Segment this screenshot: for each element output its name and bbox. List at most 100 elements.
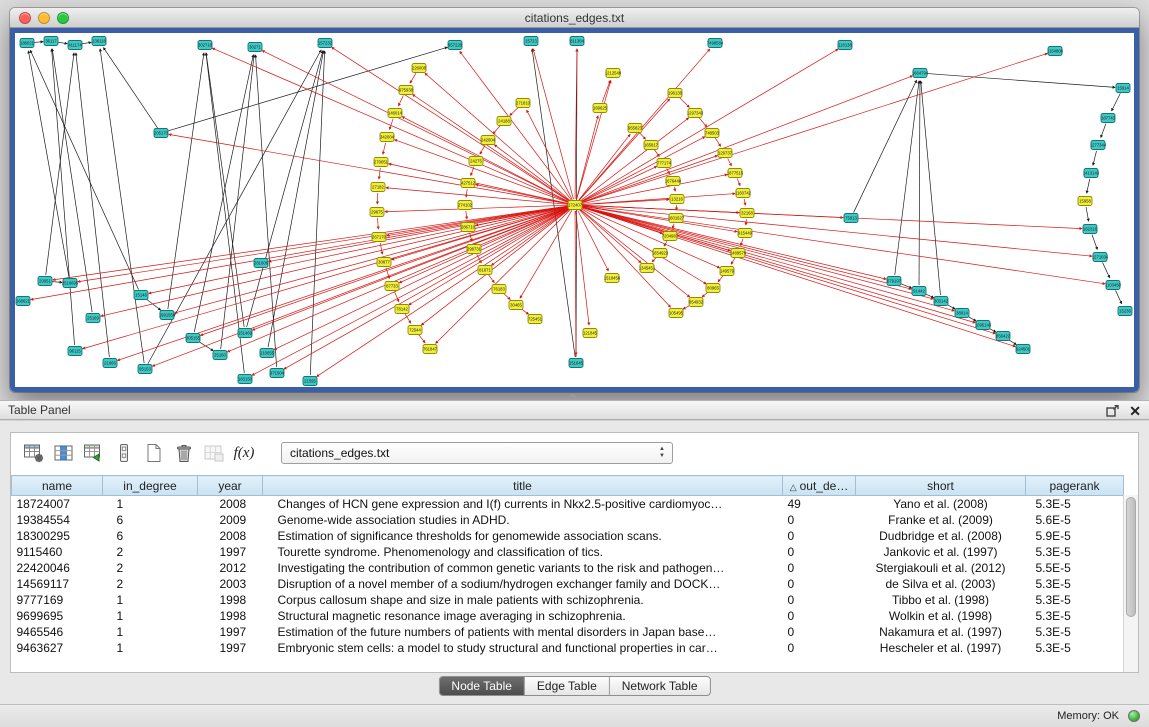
cell-pagerank[interactable]: 5.6E-5 — [1026, 512, 1124, 528]
new-table-button[interactable] — [139, 439, 169, 467]
graph-node[interactable]: 118138 — [838, 41, 852, 50]
cell-short[interactable]: de Silva et al. (2003) — [856, 576, 1026, 592]
graph-node[interactable]: 15914 — [1116, 84, 1130, 93]
graph-node[interactable]: 38914 — [955, 309, 969, 318]
graph-node[interactable]: 15958 — [1078, 197, 1092, 206]
graph-node[interactable]: 1103450 — [1105, 281, 1122, 290]
cell-short[interactable]: Wolkin et al. (1998) — [856, 608, 1026, 624]
graph-node[interactable]: 226008 — [412, 64, 427, 73]
graph-node[interactable]: 679197 — [887, 277, 902, 286]
table-vertical-scrollbar[interactable] — [1123, 495, 1138, 672]
graph-node[interactable]: 157232 — [318, 39, 333, 48]
graph-node[interactable]: 81871 — [478, 266, 492, 275]
cell-year[interactable]: 1997 — [198, 624, 263, 640]
cell-in_degree[interactable]: 1 — [103, 640, 198, 656]
table-row[interactable]: 1872400712008Changes of HCN gene express… — [12, 496, 1124, 512]
table-row[interactable]: 1938455462009Genome-wide association stu… — [12, 512, 1124, 528]
graph-node[interactable]: 1095143 — [975, 321, 992, 330]
graph-node[interactable]: 210655 — [260, 349, 275, 358]
graph-node[interactable]: 183150 — [238, 375, 253, 384]
cell-pagerank[interactable]: 5.3E-5 — [1026, 624, 1124, 640]
graph-node[interactable]: 411174 — [68, 41, 82, 50]
graph-node[interactable]: 1664794 — [912, 69, 929, 78]
cell-pagerank[interactable]: 5.5E-5 — [1026, 560, 1124, 576]
graph-node[interactable]: 761847 — [423, 345, 438, 354]
graph-node[interactable]: 1601627 — [668, 214, 685, 223]
graph-node[interactable]: 13216 — [670, 195, 684, 204]
network-table-selector[interactable]: citations_edges.txt ▲▼ — [281, 442, 673, 464]
cell-year[interactable]: 1997 — [198, 640, 263, 656]
graph-node[interactable]: 281606 — [254, 259, 269, 268]
cell-year[interactable]: 2012 — [198, 560, 263, 576]
cell-out_degree[interactable]: 0 — [783, 512, 856, 528]
graph-node[interactable]: 76183 — [492, 285, 506, 294]
graph-node[interactable]: 915449 — [738, 229, 753, 238]
graph-node[interactable]: 196136 — [668, 89, 683, 98]
graph-node[interactable]: 129737 — [718, 149, 733, 158]
graph-node[interactable]: 302718 — [198, 41, 213, 50]
column-header-title[interactable]: title — [263, 476, 783, 496]
graph-node[interactable]: 96115 — [68, 347, 82, 356]
graph-node[interactable]: 15723 — [524, 37, 538, 46]
graph-node[interactable]: 1654923 — [652, 249, 669, 258]
float-panel-button[interactable] — [1106, 405, 1119, 417]
graph-node[interactable]: 30465 — [509, 301, 523, 310]
graph-node[interactable]: 1271034 — [1092, 253, 1109, 262]
graph-node[interactable]: 1676448 — [665, 177, 682, 186]
graph-node[interactable]: 21666 — [103, 359, 117, 368]
cell-out_degree[interactable]: 0 — [783, 560, 856, 576]
cell-year[interactable]: 2003 — [198, 576, 263, 592]
import-column-button[interactable] — [79, 439, 109, 467]
graph-node[interactable]: 75913 — [844, 214, 858, 223]
cell-pagerank[interactable]: 5.3E-5 — [1026, 592, 1124, 608]
cell-name[interactable]: 9463627 — [12, 640, 103, 656]
column-header-name[interactable]: name — [12, 476, 103, 496]
graph-node[interactable]: 427512 — [461, 179, 476, 188]
graph-node[interactable]: 975938 — [399, 86, 414, 95]
graph-node[interactable]: 165817 — [644, 141, 659, 150]
cell-short[interactable]: Jankovic et al. (1997) — [856, 544, 1026, 560]
graph-node[interactable]: 146014 — [388, 109, 403, 118]
graph-node[interactable]: 32168 — [740, 209, 754, 218]
graph-node[interactable]: 924501 — [1016, 345, 1031, 354]
cell-pagerank[interactable]: 5.3E-5 — [1026, 608, 1124, 624]
graph-node[interactable]: 725451 — [528, 315, 543, 324]
graph-node[interactable]: 955823 — [628, 124, 643, 133]
cell-short[interactable]: Nakamura et al. (1997) — [856, 624, 1026, 640]
cell-name[interactable]: 18724007 — [12, 496, 103, 512]
cell-title[interactable]: Changes of HCN gene expression and I(f) … — [263, 496, 783, 512]
graph-node[interactable]: 25169 — [86, 314, 100, 323]
column-header-short[interactable]: short — [856, 476, 1026, 496]
graph-node[interactable]: 305155 — [186, 334, 201, 343]
graph-node[interactable]: 186021 — [20, 39, 35, 48]
graph-node[interactable]: 1160742 — [735, 189, 752, 198]
graph-node[interactable]: 36117 — [44, 37, 58, 46]
cell-title[interactable]: Structural magnetic resonance image aver… — [263, 608, 783, 624]
cell-pagerank[interactable]: 5.3E-5 — [1026, 576, 1124, 592]
graph-node[interactable]: 1212549 — [605, 69, 622, 78]
cell-out_degree[interactable]: 49 — [783, 496, 856, 512]
cell-short[interactable]: Hescheler et al. (1997) — [856, 640, 1026, 656]
graph-node[interactable]: 748503 — [705, 129, 720, 138]
column-header-pagerank[interactable]: pagerank — [1026, 476, 1124, 496]
graph-node[interactable]: 298731 — [467, 245, 482, 254]
cell-title[interactable]: Embryonic stem cells: a model to study s… — [263, 640, 783, 656]
cell-title[interactable]: Genome-wide association studies in ADHD. — [263, 512, 783, 528]
graph-node[interactable]: 303142 — [934, 297, 949, 306]
cell-in_degree[interactable]: 6 — [103, 528, 198, 544]
delete-table-button[interactable] — [169, 439, 199, 467]
graph-node[interactable]: 1413143 — [1083, 169, 1100, 178]
graph-node[interactable]: 24188 — [497, 117, 511, 126]
graph-node[interactable]: 1877515 — [727, 169, 744, 178]
import-table-button-disabled[interactable] — [199, 439, 229, 467]
graph-node[interactable]: 149579 — [720, 267, 735, 276]
cell-name[interactable]: 18300295 — [12, 528, 103, 544]
graph-node[interactable]: 342004 — [380, 133, 395, 142]
cell-out_degree[interactable]: 0 — [783, 544, 856, 560]
graph-node[interactable]: 274102 — [458, 201, 473, 210]
graph-node[interactable]: 29875 — [370, 208, 384, 217]
graph-node[interactable]: 172407 — [568, 201, 583, 210]
graph-node[interactable]: 25160 — [213, 351, 227, 360]
graph-node[interactable]: 242004 — [481, 136, 496, 145]
graph-node[interactable]: 1518456 — [604, 274, 621, 283]
